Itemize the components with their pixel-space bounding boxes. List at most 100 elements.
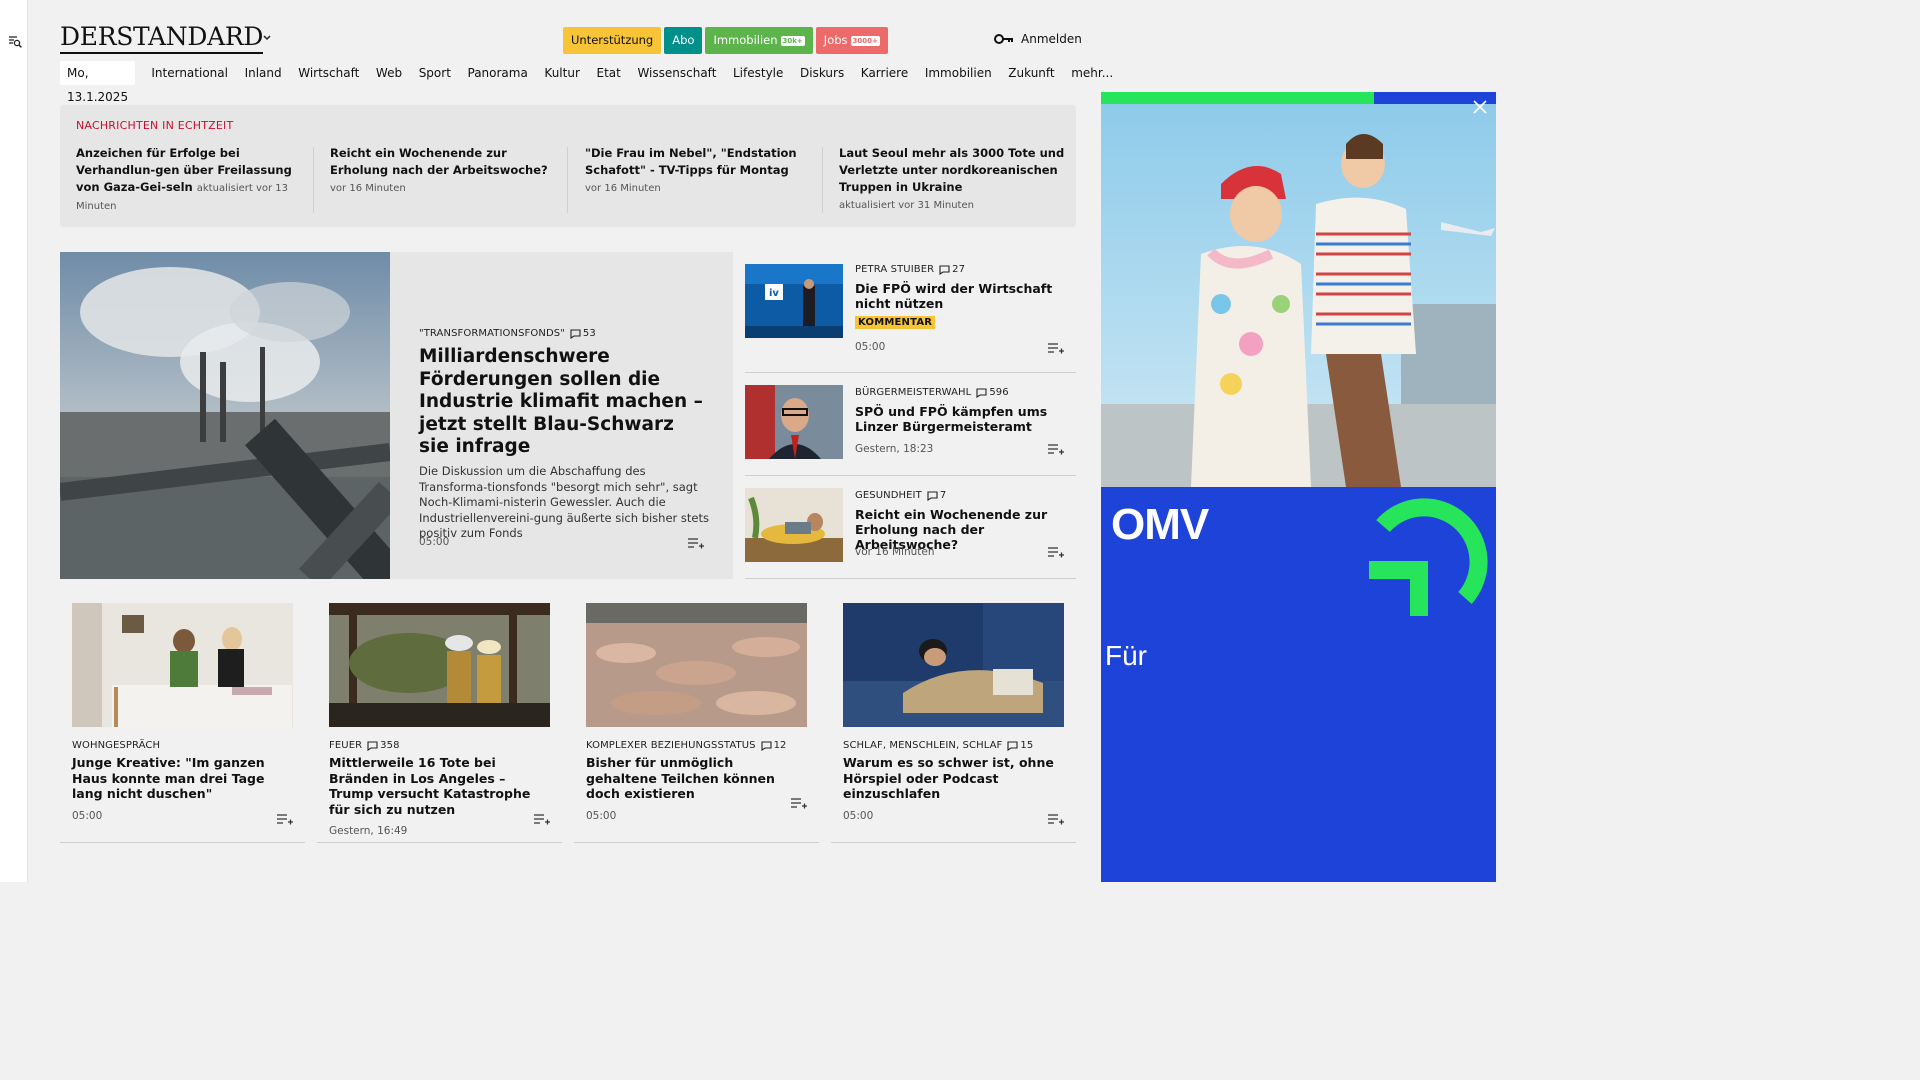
card-image[interactable] xyxy=(843,603,1064,727)
abo-label: Abo xyxy=(672,33,695,47)
add-to-playlist-icon[interactable] xyxy=(1047,342,1064,355)
comment-count[interactable]: 358 xyxy=(367,740,399,751)
story-image[interactable] xyxy=(745,385,843,459)
nav-item-immobilien[interactable]: Immobilien xyxy=(917,66,1000,80)
comment-icon xyxy=(367,740,378,751)
nav-item-international[interactable]: International xyxy=(143,66,236,80)
nav-item-etat[interactable]: Etat xyxy=(588,66,629,80)
add-to-playlist-icon[interactable] xyxy=(1047,813,1064,826)
lead-time: 05:00 xyxy=(419,536,450,548)
card-image[interactable] xyxy=(329,603,550,727)
nav-item-more[interactable]: mehr... xyxy=(1063,66,1122,80)
comment-count[interactable]: 12 xyxy=(761,740,787,751)
advertisement[interactable]: OMV Für xyxy=(1101,92,1496,882)
card-kicker: FEUER 358 xyxy=(329,740,550,751)
comment-count[interactable]: 27 xyxy=(939,264,965,275)
teaser-card[interactable]: FEUER 358 Mittlerweile 16 Tote bei Bränd… xyxy=(329,603,550,837)
teaser-card[interactable]: SCHLAF, MENSCHLEIN, SCHLAF 15 Warum es s… xyxy=(843,603,1064,825)
ad-brand: OMV xyxy=(1111,500,1209,549)
jobs-label: Jobs xyxy=(823,33,848,47)
nav-item-wissenschaft[interactable]: Wissenschaft xyxy=(629,66,725,80)
comment-count[interactable]: 596 xyxy=(976,387,1009,398)
key-icon xyxy=(994,34,1013,44)
add-to-playlist-icon[interactable] xyxy=(1047,443,1064,456)
divider xyxy=(822,147,823,213)
close-icon[interactable] xyxy=(1471,98,1489,116)
jobs-button[interactable]: Jobs 3000+ xyxy=(815,27,888,54)
card-time: 05:00 xyxy=(843,809,874,822)
ticker-item[interactable]: "Die Frau im Nebel", "Endstation Schafot… xyxy=(585,145,813,197)
add-to-playlist-icon[interactable] xyxy=(276,813,293,826)
card-kicker: SCHLAF, MENSCHLEIN, SCHLAF 15 xyxy=(843,740,1064,751)
comment-count[interactable]: 53 xyxy=(570,328,596,339)
comment-count-value: 27 xyxy=(952,264,966,275)
lead-kicker: "TRANSFORMATIONSFONDS" 53 xyxy=(419,328,596,339)
abo-button[interactable]: Abo xyxy=(664,27,703,54)
comment-icon xyxy=(939,264,950,275)
card-headline[interactable]: Junge Kreative: "Im ganzen Haus konnte m… xyxy=(72,755,293,802)
nav-item-karriere[interactable]: Karriere xyxy=(853,66,917,80)
card-headline[interactable]: Warum es so schwer ist, ohne Hörspiel od… xyxy=(843,755,1064,802)
top-pills: Unterstützung Abo Immobilien 30k+ Jobs 300… xyxy=(563,27,888,54)
nav-item-lifestyle[interactable]: Lifestyle xyxy=(725,66,792,80)
ticker-item[interactable]: Laut Seoul mehr als 3000 Tote und Verlet… xyxy=(839,145,1067,214)
login-button[interactable]: Anmelden xyxy=(994,32,1082,46)
comment-icon xyxy=(976,387,987,398)
divider xyxy=(745,475,1076,476)
card-headline[interactable]: Bisher für unmöglich gehaltene Teilchen … xyxy=(586,755,807,802)
card-image[interactable] xyxy=(72,603,293,727)
divider xyxy=(60,842,305,843)
nav-item-web[interactable]: Web xyxy=(368,66,411,80)
ticker-item[interactable]: Anzeichen für Erfolge bei Verhandlun-gen… xyxy=(76,145,304,215)
ticker-title: Laut Seoul mehr als 3000 Tote und Verlet… xyxy=(839,146,1065,194)
chevron-down-icon[interactable] xyxy=(262,34,272,42)
side-story[interactable]: iv PETRA STUIBER 27 Die FPÖ wird der Wir… xyxy=(745,264,1076,373)
support-button[interactable]: Unterstützung xyxy=(563,27,662,54)
support-label: Unterstützung xyxy=(571,33,654,47)
kicker-label: WOHNGESPRÄCH xyxy=(72,740,161,751)
side-story[interactable]: BÜRGERMEISTERWAHL 596 SPÖ und FPÖ kämpfe… xyxy=(745,385,1076,476)
kicker-label: SCHLAF, MENSCHLEIN, SCHLAF xyxy=(843,740,1003,751)
ticker-heading: NACHRICHTEN IN ECHTZEIT xyxy=(76,119,234,132)
immobilien-badge: 30k+ xyxy=(780,35,805,46)
comment-count[interactable]: 7 xyxy=(927,490,946,501)
comment-icon xyxy=(570,328,581,339)
card-kicker: WOHNGESPRÄCH xyxy=(72,740,293,751)
story-headline[interactable]: SPÖ und FPÖ kämpfen ums Linzer Bürgermei… xyxy=(855,404,1070,434)
story-headline[interactable]: Die FPÖ wird der Wirtschaft nicht nützen xyxy=(855,281,1070,311)
nav-item-panorama[interactable]: Panorama xyxy=(459,66,536,80)
story-image[interactable] xyxy=(745,488,843,562)
add-to-playlist-icon[interactable] xyxy=(1047,546,1064,559)
nav-item-wirtschaft[interactable]: Wirtschaft xyxy=(290,66,368,80)
story-time: 05:00 xyxy=(855,341,886,353)
comment-count[interactable]: 15 xyxy=(1007,740,1033,751)
lead-headline[interactable]: Milliardenschwere Förderungen sollen die… xyxy=(419,346,709,459)
nav-item-zukunft[interactable]: Zukunft xyxy=(1000,66,1063,80)
teaser-card[interactable]: KOMPLEXER BEZIEHUNGSSTATUS 12 Bisher für… xyxy=(586,603,807,822)
kicker-label: PETRA STUIBER xyxy=(855,264,935,275)
card-image[interactable] xyxy=(586,603,807,727)
ad-tagline: Für xyxy=(1105,640,1147,671)
lead-article-image[interactable] xyxy=(60,252,390,579)
comment-count-value: 53 xyxy=(582,328,596,339)
teaser-card[interactable]: WOHNGESPRÄCH Junge Kreative: "Im ganzen … xyxy=(72,603,293,825)
add-to-playlist-icon[interactable] xyxy=(687,537,704,550)
lead-article[interactable]: "TRANSFORMATIONSFONDS" 53 Milliardenschw… xyxy=(390,252,733,579)
ticker-item[interactable]: Reicht ein Wochenende zur Erholung nach … xyxy=(330,145,558,197)
story-kicker: GESUNDHEIT 7 xyxy=(855,490,946,501)
add-to-playlist-icon[interactable] xyxy=(533,813,550,826)
lead-teaser: Die Diskussion um die Abschaffung des Tr… xyxy=(419,464,709,540)
card-headline[interactable]: Mittlerweile 16 Tote bei Bränden in Los … xyxy=(329,755,550,817)
nav-item-kultur[interactable]: Kultur xyxy=(536,66,588,80)
add-to-playlist-icon[interactable] xyxy=(790,797,807,810)
immobilien-button[interactable]: Immobilien 30k+ xyxy=(705,27,813,54)
immobilien-label: Immobilien xyxy=(713,33,778,47)
site-logo[interactable]: DERSTANDARD xyxy=(60,22,263,54)
nav-item-diskurs[interactable]: Diskurs xyxy=(792,66,853,80)
story-time: vor 16 Minuten xyxy=(855,546,935,558)
side-story[interactable]: GESUNDHEIT 7 Reicht ein Wochenende zur E… xyxy=(745,488,1076,579)
nav-item-sport[interactable]: Sport xyxy=(410,66,459,80)
menu-search-icon[interactable] xyxy=(8,34,22,48)
nav-item-inland[interactable]: Inland xyxy=(236,66,290,80)
story-image[interactable]: iv xyxy=(745,264,843,338)
